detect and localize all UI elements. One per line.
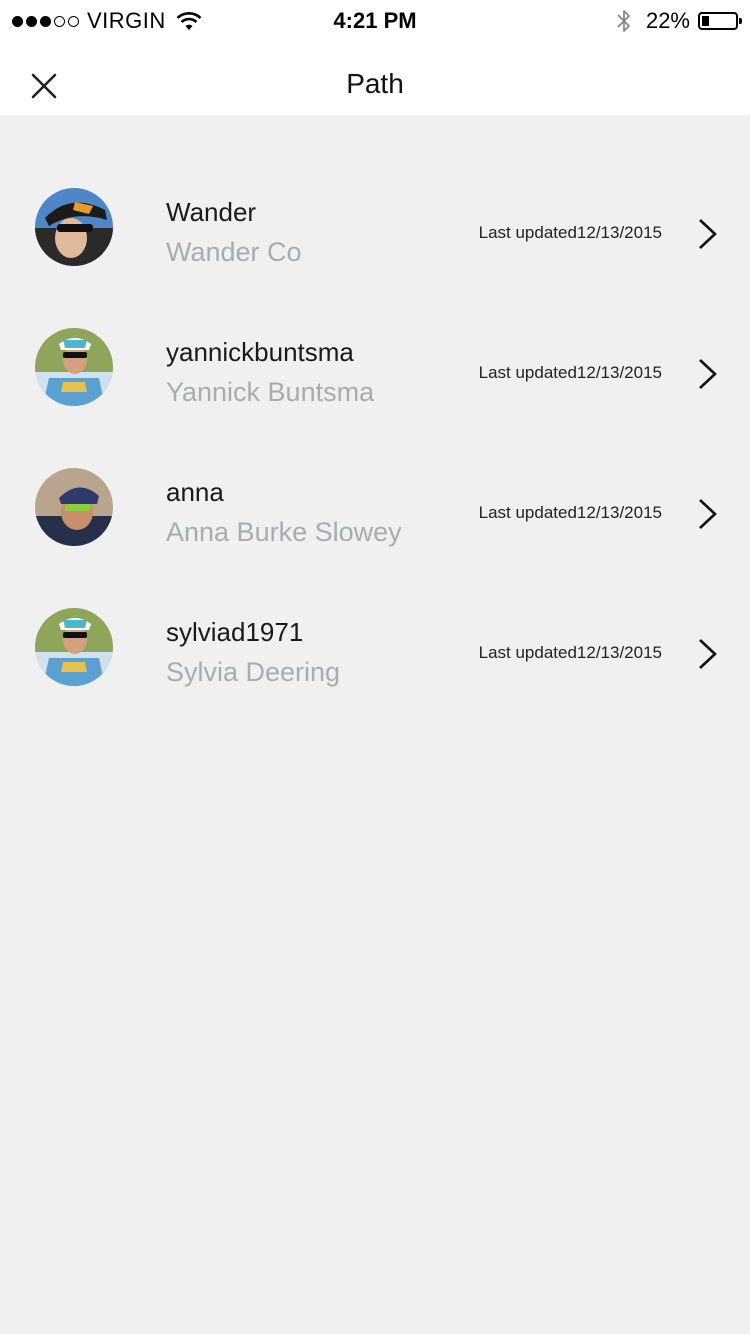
list-item[interactable]: sylviad1971 Sylvia Deering Last updated1…: [0, 575, 750, 715]
username: sylviad1971: [166, 617, 304, 647]
chevron-right-icon: [699, 359, 717, 389]
full-name: Yannick Buntsma: [166, 377, 375, 407]
battery-icon: [698, 12, 742, 30]
full-name: Sylvia Deering: [166, 657, 341, 687]
battery-level: [702, 16, 709, 26]
avatar: [35, 328, 113, 406]
status-right: 22%: [616, 6, 742, 36]
page-title: Path: [346, 68, 404, 99]
list-item[interactable]: yannickbuntsma Yannick Buntsma Last upda…: [0, 295, 750, 435]
list-item[interactable]: Wander Wander Co Last updated12/13/2015: [0, 155, 750, 295]
last-updated: Last updated12/13/2015: [478, 363, 662, 382]
avatar: [35, 468, 113, 546]
username: yannickbuntsma: [166, 337, 354, 367]
item-names: Wander Wander Co: [166, 195, 302, 271]
list-item[interactable]: anna Anna Burke Slowey Last updated12/13…: [0, 435, 750, 575]
username: Wander: [166, 197, 257, 227]
item-names: anna Anna Burke Slowey: [166, 475, 402, 551]
full-name: Wander Co: [166, 237, 302, 267]
item-names: sylviad1971 Sylvia Deering: [166, 615, 340, 691]
bluetooth-icon: [617, 10, 630, 32]
item-names: yannickbuntsma Yannick Buntsma: [166, 335, 374, 411]
last-updated: Last updated12/13/2015: [478, 503, 662, 522]
username: anna: [166, 477, 224, 507]
chevron-right-icon: [699, 639, 717, 669]
full-name: Anna Burke Slowey: [166, 517, 402, 547]
chevron-right-icon: [699, 499, 717, 529]
last-updated: Last updated12/13/2015: [478, 223, 662, 242]
nav-bar: Path: [0, 40, 750, 115]
avatar: [35, 608, 113, 686]
chevron-right-icon: [699, 219, 717, 249]
status-bar: VIRGIN 4:21 PM 22%: [0, 0, 750, 40]
last-updated: Last updated12/13/2015: [478, 643, 662, 662]
path-list: Wander Wander Co Last updated12/13/2015 …: [0, 155, 750, 715]
avatar: [35, 188, 113, 266]
battery-percent: 22%: [645, 8, 690, 33]
